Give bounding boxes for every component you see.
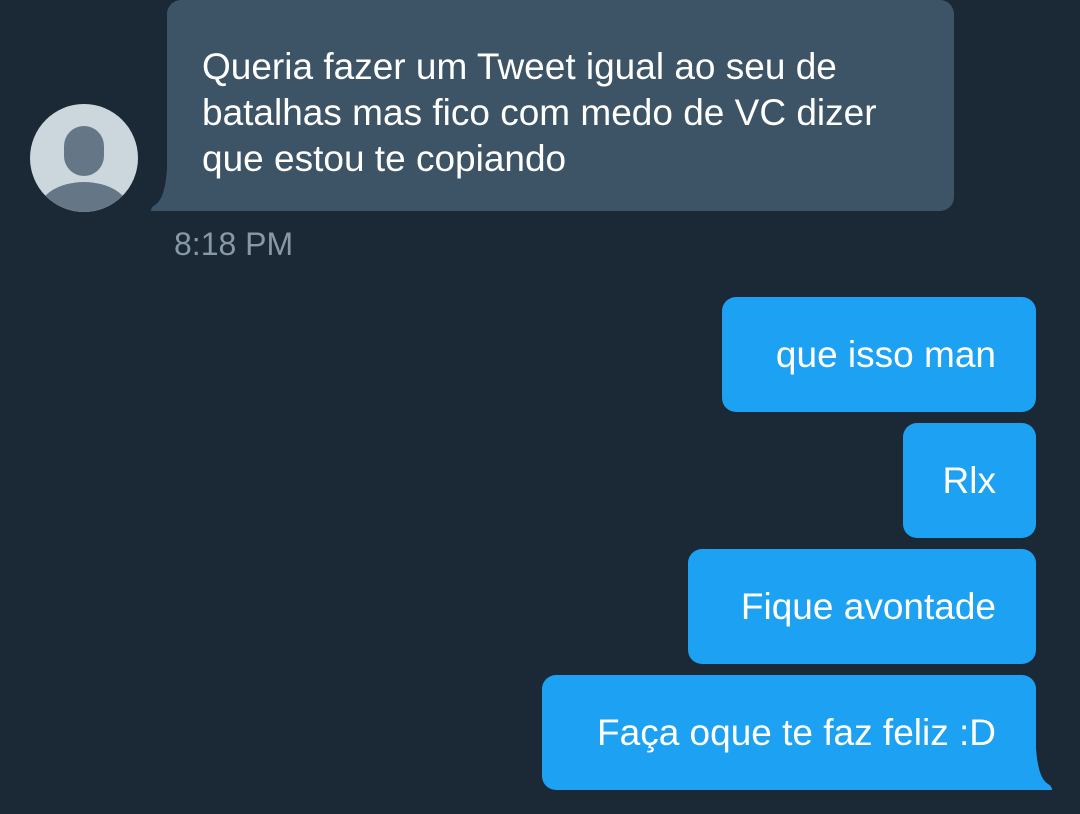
outgoing-message-bubble[interactable]: que isso man (722, 297, 1036, 412)
outgoing-bubble-tail (1026, 748, 1052, 790)
incoming-message-bubble[interactable]: Queria fazer um Tweet igual ao seu de ba… (167, 0, 954, 211)
outgoing-message-bubble[interactable]: Rlx (903, 423, 1036, 538)
message-timestamp: 8:18 PM (174, 226, 294, 262)
sender-avatar[interactable] (30, 104, 138, 212)
outgoing-message-bubble[interactable]: Fique avontade (688, 549, 1036, 664)
default-profile-icon (38, 126, 130, 212)
outgoing-message-bubble[interactable]: Faça oque te faz feliz :D (542, 675, 1036, 790)
